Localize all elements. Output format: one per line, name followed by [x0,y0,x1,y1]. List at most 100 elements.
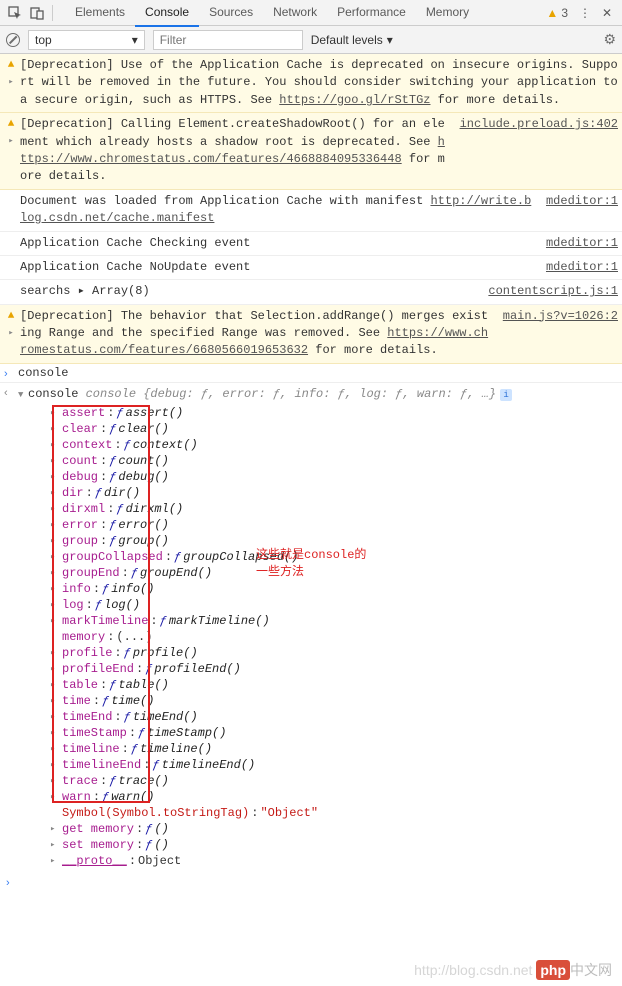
info-icon[interactable]: i [500,389,512,401]
expand-arrow-icon[interactable]: ▸ [8,135,13,148]
context-select[interactable]: top ▾ [28,30,145,50]
property-row[interactable]: ▸error: ƒ error() [50,517,618,533]
property-row[interactable]: ▸timeEnd: ƒ timeEnd() [50,709,618,725]
property-name: log [62,598,84,612]
property-row[interactable]: ▸profile: ƒ profile() [50,645,618,661]
property-value: profileEnd() [154,662,240,676]
property-row[interactable]: ▸dirxml: ƒ dirxml() [50,501,618,517]
expand-arrow-icon: ▸ [50,472,60,482]
property-value: log() [104,598,140,612]
expand-arrow-icon: ▸ [50,456,60,466]
expand-arrow-icon[interactable]: ▸ [8,76,13,89]
source-link[interactable]: include.preload.js:402 [448,116,618,186]
expand-arrow-icon: ▸ [50,856,60,866]
property-row[interactable]: Symbol(Symbol.toStringTag): "Object" [50,805,618,821]
filter-input[interactable] [153,30,303,50]
console-message: searchs ▸ Array(8)contentscript.js:1 [0,280,622,304]
warning-count-value: 3 [561,6,568,20]
prompt-icon: › [4,366,18,380]
property-row[interactable]: ▸__proto__: Object [50,853,618,869]
expand-arrow-icon: ▸ [50,696,60,706]
property-name: memory [62,630,105,644]
message-text: Application Cache Checking event [20,235,534,252]
gear-icon[interactable]: ⚙ [603,31,616,48]
levels-select[interactable]: Default levels▾ [311,33,393,47]
tab-performance[interactable]: Performance [327,0,416,27]
property-row[interactable]: ▸trace: ƒ trace() [50,773,618,789]
property-value: (...) [116,630,152,644]
expand-arrow-icon: ▸ [50,776,60,786]
expand-arrow-icon: ▸ [50,664,60,674]
tab-network[interactable]: Network [263,0,327,27]
inspect-icon[interactable] [4,2,26,24]
tab-console[interactable]: Console [135,0,199,27]
property-row[interactable]: ▸assert: ƒ assert() [50,405,618,421]
tab-elements[interactable]: Elements [65,0,135,27]
warning-icon: ▲ [8,117,15,133]
property-value: profile() [133,646,198,660]
property-row[interactable]: ▸log: ƒ log() [50,597,618,613]
expand-arrow-icon[interactable]: ▼ [18,390,28,400]
message-link[interactable]: https://www.chromestatus.com/features/46… [20,135,445,166]
context-value: top [35,33,52,47]
message-text: Application Cache NoUpdate event [20,259,534,276]
expand-arrow-icon: ▸ [50,744,60,754]
property-row[interactable]: ▸count: ƒ count() [50,453,618,469]
property-row[interactable]: ▸get memory: ƒ () [50,821,618,837]
expand-arrow-icon: ▸ [50,792,60,802]
property-row[interactable]: ▸info: ƒ info() [50,581,618,597]
console-messages: ▲▸[Deprecation] Use of the Application C… [0,54,622,364]
chevron-down-icon: ▾ [132,33,138,47]
source-link[interactable]: contentscript.js:1 [476,283,618,300]
expand-arrow-icon: ▸ [50,680,60,690]
source-link[interactable]: mdeditor:1 [534,193,618,228]
property-name: count [62,454,98,468]
property-value: dir() [104,486,140,500]
console-input-value[interactable]: console [18,366,68,380]
tab-memory[interactable]: Memory [416,0,479,27]
source-link[interactable]: mdeditor:1 [534,235,618,252]
property-value: debug() [118,470,168,484]
property-name: timeline [62,742,120,756]
message-text: [Deprecation] Calling Element.createShad… [20,116,448,186]
property-row[interactable]: ▸set memory: ƒ () [50,837,618,853]
property-row[interactable]: ▸timelineEnd: ƒ timelineEnd() [50,757,618,773]
kebab-icon[interactable]: ⋮ [574,2,596,24]
object-summary[interactable]: ▼console console {debug: ƒ, error: ƒ, in… [18,385,618,403]
property-row[interactable]: ▸table: ƒ table() [50,677,618,693]
property-row[interactable]: memory: (...) [50,629,618,645]
property-row[interactable]: ▸timeline: ƒ timeline() [50,741,618,757]
property-row[interactable]: ▸profileEnd: ƒ profileEnd() [50,661,618,677]
console-message: Application Cache Checking eventmdeditor… [0,232,622,256]
device-icon[interactable] [26,2,48,24]
property-name: trace [62,774,98,788]
property-row[interactable]: ▸timeStamp: ƒ timeStamp() [50,725,618,741]
source-link[interactable]: mdeditor:1 [534,259,618,276]
property-row[interactable]: ▸warn: ƒ warn() [50,789,618,805]
message-link[interactable]: http://write.blog.csdn.net/cache.manifes… [20,194,531,225]
property-row[interactable]: ▸markTimeline: ƒ markTimeline() [50,613,618,629]
property-row[interactable]: ▸clear: ƒ clear() [50,421,618,437]
message-link[interactable]: https://goo.gl/rStTGz [279,93,430,107]
message-link[interactable]: https://www.chromestatus.com/features/66… [20,326,488,357]
source-link[interactable]: main.js?v=1026:2 [491,308,618,360]
warning-count[interactable]: ▲3 [546,6,568,20]
expand-arrow-icon: ▸ [50,600,60,610]
property-value: dirxml() [126,502,184,516]
property-name: debug [62,470,98,484]
property-row[interactable]: ▸context: ƒ context() [50,437,618,453]
console-result-row: ‹ ▼console console {debug: ƒ, error: ƒ, … [0,383,622,873]
property-row[interactable]: ▸dir: ƒ dir() [50,485,618,501]
prompt-cursor[interactable]: › [0,873,622,893]
property-name: groupEnd [62,566,120,580]
property-value: Object [138,854,181,868]
console-input-row: › console [0,364,622,383]
property-value: trace() [118,774,168,788]
property-row[interactable]: ▸debug: ƒ debug() [50,469,618,485]
close-icon[interactable]: ✕ [596,2,618,24]
tab-sources[interactable]: Sources [199,0,263,27]
property-row[interactable]: ▸time: ƒ time() [50,693,618,709]
expand-arrow-icon[interactable]: ▸ [8,327,13,340]
expand-arrow-icon: ▸ [50,424,60,434]
clear-console-icon[interactable] [6,33,20,47]
